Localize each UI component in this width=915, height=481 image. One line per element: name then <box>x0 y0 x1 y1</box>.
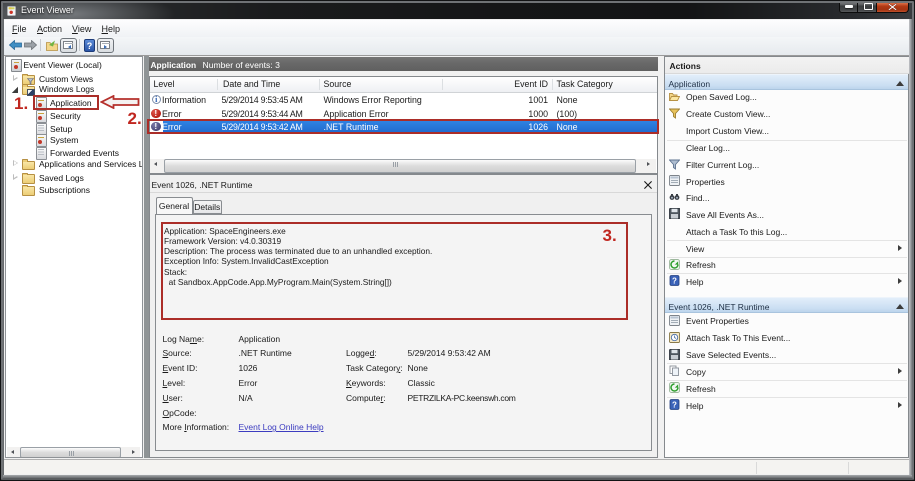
svg-text:?: ? <box>672 276 677 285</box>
svg-text:?: ? <box>672 400 677 409</box>
